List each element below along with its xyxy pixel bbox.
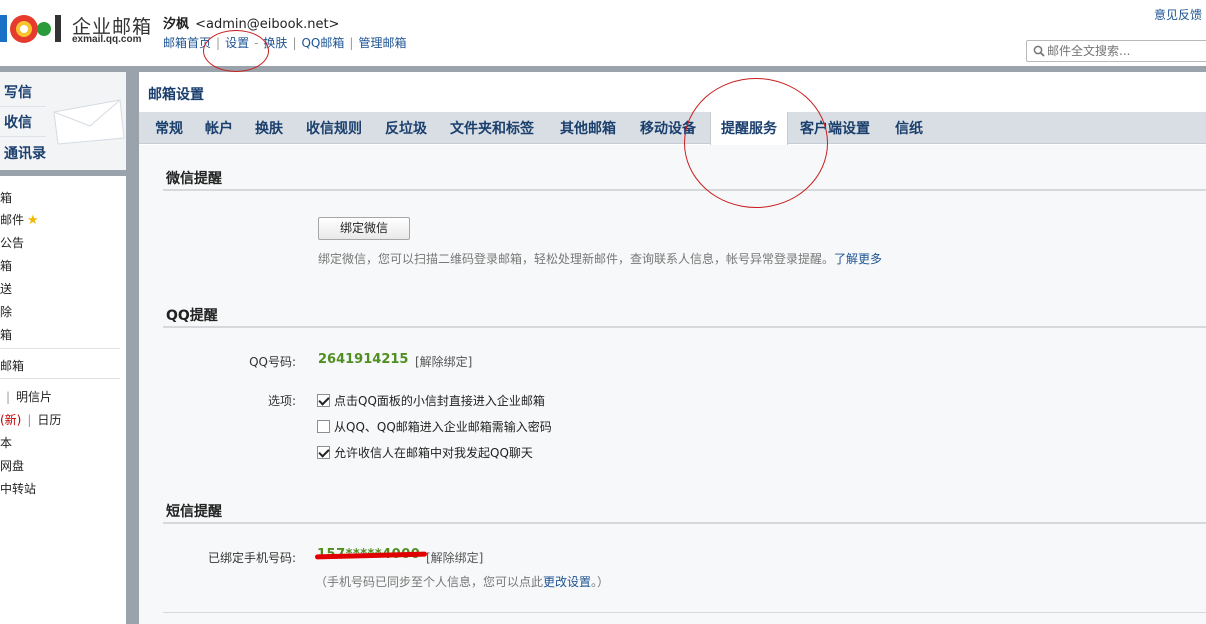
sidebar-divider — [0, 136, 46, 137]
feedback-link[interactable]: 意见反馈 — [1154, 6, 1202, 23]
nav-separator: | — [292, 36, 297, 50]
nav-mail-home-link[interactable]: 邮箱首页 — [163, 36, 211, 50]
sidebar-divider — [0, 348, 120, 349]
nav-settings-link[interactable]: 设置 — [225, 36, 249, 50]
qq-number-value: 2641914215 — [318, 352, 409, 367]
tab-mobile-devices[interactable]: 移动设备 — [640, 112, 696, 144]
sidebar-divider — [0, 378, 120, 379]
user-email: <admin@eibook.net> — [195, 17, 340, 32]
tab-anti-spam[interactable]: 反垃圾 — [385, 112, 427, 144]
tab-reminder-service[interactable]: 提醒服务 — [710, 112, 788, 145]
qq-section-title: QQ提醒 — [166, 308, 218, 324]
settings-panel: 邮箱设置 常规 帐户 换肤 收信规则 反垃圾 文件夹和标签 其他邮箱 移动设备 … — [139, 72, 1206, 624]
sidebar-item-label: 明信片 — [16, 390, 53, 404]
wechat-description-text: 绑定微信，您可以扫描二维码登录邮箱，轻松处理新邮件，查询联系人信息，帐号异常登录… — [318, 252, 835, 266]
nav-skin-link[interactable]: 换肤 — [263, 36, 287, 50]
qq-unbind-link[interactable]: [解除绑定] — [415, 353, 472, 370]
new-badge[interactable]: (新) — [0, 413, 21, 427]
sidebar-item-other-mailboxes[interactable]: 邮箱 — [0, 357, 24, 374]
section-divider — [163, 612, 1206, 613]
nav-separator: | — [216, 36, 221, 50]
brand-domain: exmail.qq.com — [72, 34, 142, 45]
options-label: 选项: — [267, 394, 296, 408]
sms-note: （手机号码已同步至个人信息，您可以点此更改设置。） — [315, 573, 609, 590]
sidebar-separator: | — [6, 390, 11, 404]
search-input[interactable] — [1047, 43, 1202, 59]
sidebar-item-file-transfer[interactable]: 中转站 — [0, 480, 36, 497]
tab-account[interactable]: 帐户 — [205, 112, 233, 144]
sms-section-title: 短信提醒 — [166, 504, 222, 520]
section-divider — [163, 326, 1206, 328]
sidebar-item-postcard[interactable]: | 明信片 — [0, 388, 52, 405]
checkbox-checked[interactable] — [317, 394, 330, 407]
tab-skin[interactable]: 换肤 — [255, 112, 283, 144]
logo[interactable]: 企业邮箱 exmail.qq.com — [0, 10, 160, 50]
sidebar-item-notes[interactable]: 本 — [0, 434, 12, 451]
envelope-decoration-icon — [53, 99, 125, 145]
checkbox-unchecked[interactable] — [317, 420, 330, 433]
sidebar-item-netdisk[interactable]: 网盘 — [0, 457, 24, 474]
learn-more-link[interactable]: 了解更多 — [834, 252, 882, 266]
sidebar-folder-list: 箱 邮件 ★ 公告 箱 送 除 箱 邮箱 | 明信片 (新) | 日历 本 网盘 中转站 — [0, 176, 127, 624]
nav-qq-mail-link[interactable]: QQ邮箱 — [301, 36, 344, 50]
qq-mail-logo-icon — [0, 15, 61, 43]
phone-unbind-link[interactable]: [解除绑定] — [426, 549, 483, 566]
reminder-settings-content: 微信提醒 绑定微信 绑定微信，您可以扫描二维码登录邮箱，轻松处理新邮件，查询联系… — [139, 145, 1206, 624]
sms-note-prefix: （手机号码已同步至个人信息，您可以点此 — [315, 575, 544, 589]
wechat-section-title: 微信提醒 — [166, 171, 222, 187]
sidebar-item-drafts[interactable]: 箱 — [0, 257, 12, 274]
user-name: 汐枫 — [163, 17, 190, 32]
bind-wechat-button[interactable]: 绑定微信 — [318, 217, 410, 240]
sms-note-suffix: 。） — [591, 575, 610, 589]
option-require-password[interactable]: 从QQ、QQ邮箱进入企业邮箱需输入密码 — [317, 418, 552, 435]
sidebar-item-calendar-row: (新) | 日历 — [0, 411, 61, 428]
sidebar-item-sent[interactable]: 送 — [0, 280, 12, 297]
option-label: 允许收信人在邮箱中对我发起QQ聊天 — [334, 446, 533, 460]
qq-number-label: QQ号码: — [249, 355, 296, 369]
option-click-envelope[interactable]: 点击QQ面板的小信封直接进入企业邮箱 — [317, 392, 545, 409]
sidebar-item-spam[interactable]: 箱 — [0, 326, 12, 343]
top-nav: 邮箱首页 | 设置 - 换肤 | QQ邮箱 | 管理邮箱 — [163, 34, 406, 51]
search-icon — [1033, 45, 1045, 57]
option-allow-qq-chat[interactable]: 允许收信人在邮箱中对我发起QQ聊天 — [317, 444, 533, 461]
phone-label: 已绑定手机号码: — [207, 551, 296, 565]
sidebar-item-starred[interactable]: 邮件 ★ — [0, 211, 39, 228]
settings-tabs: 常规 帐户 换肤 收信规则 反垃圾 文件夹和标签 其他邮箱 移动设备 提醒服务 … — [139, 112, 1206, 145]
sidebar-separator: | — [27, 413, 32, 427]
sidebar-item-label: 邮件 — [0, 213, 25, 227]
sidebar-item-inbox[interactable]: 箱 — [0, 189, 12, 206]
change-settings-link[interactable]: 更改设置 — [543, 575, 591, 589]
sidebar-primary-actions: 写信 收信 通讯录 — [0, 72, 127, 170]
tab-client-settings[interactable]: 客户端设置 — [800, 112, 870, 144]
sidebar-item-announcements[interactable]: 公告 — [0, 234, 24, 251]
nav-separator: - — [254, 36, 259, 50]
section-divider — [163, 189, 1206, 191]
tab-other-mailboxes[interactable]: 其他邮箱 — [560, 112, 616, 144]
section-divider — [163, 522, 1206, 524]
checkbox-checked[interactable] — [317, 446, 330, 459]
sidebar-divider — [0, 106, 46, 107]
option-label: 点击QQ面板的小信封直接进入企业邮箱 — [334, 394, 545, 408]
inbox-check-button[interactable]: 收信 — [4, 112, 32, 132]
wechat-description: 绑定微信，您可以扫描二维码登录邮箱，轻松处理新邮件，查询联系人信息，帐号异常登录… — [318, 250, 882, 267]
tab-folders-labels[interactable]: 文件夹和标签 — [450, 112, 534, 144]
page-title: 邮箱设置 — [148, 87, 204, 103]
header: 企业邮箱 exmail.qq.com 汐枫 <admin@eibook.net>… — [0, 0, 1206, 66]
nav-admin-mail-link[interactable]: 管理邮箱 — [358, 36, 406, 50]
sidebar-item-calendar[interactable]: 日历 — [37, 413, 61, 427]
star-icon: ★ — [27, 213, 39, 228]
tab-stationery[interactable]: 信纸 — [895, 112, 923, 144]
search-box[interactable] — [1026, 40, 1206, 62]
option-label: 从QQ、QQ邮箱进入企业邮箱需输入密码 — [334, 420, 552, 434]
tab-mail-rules[interactable]: 收信规则 — [306, 112, 362, 144]
sidebar-rail — [127, 72, 139, 624]
nav-separator: | — [349, 36, 354, 50]
tab-general[interactable]: 常规 — [155, 112, 183, 144]
sidebar-item-deleted[interactable]: 除 — [0, 303, 12, 320]
compose-button[interactable]: 写信 — [4, 82, 32, 102]
user-identity: 汐枫 <admin@eibook.net> — [163, 13, 339, 32]
contacts-button[interactable]: 通讯录 — [4, 143, 46, 163]
